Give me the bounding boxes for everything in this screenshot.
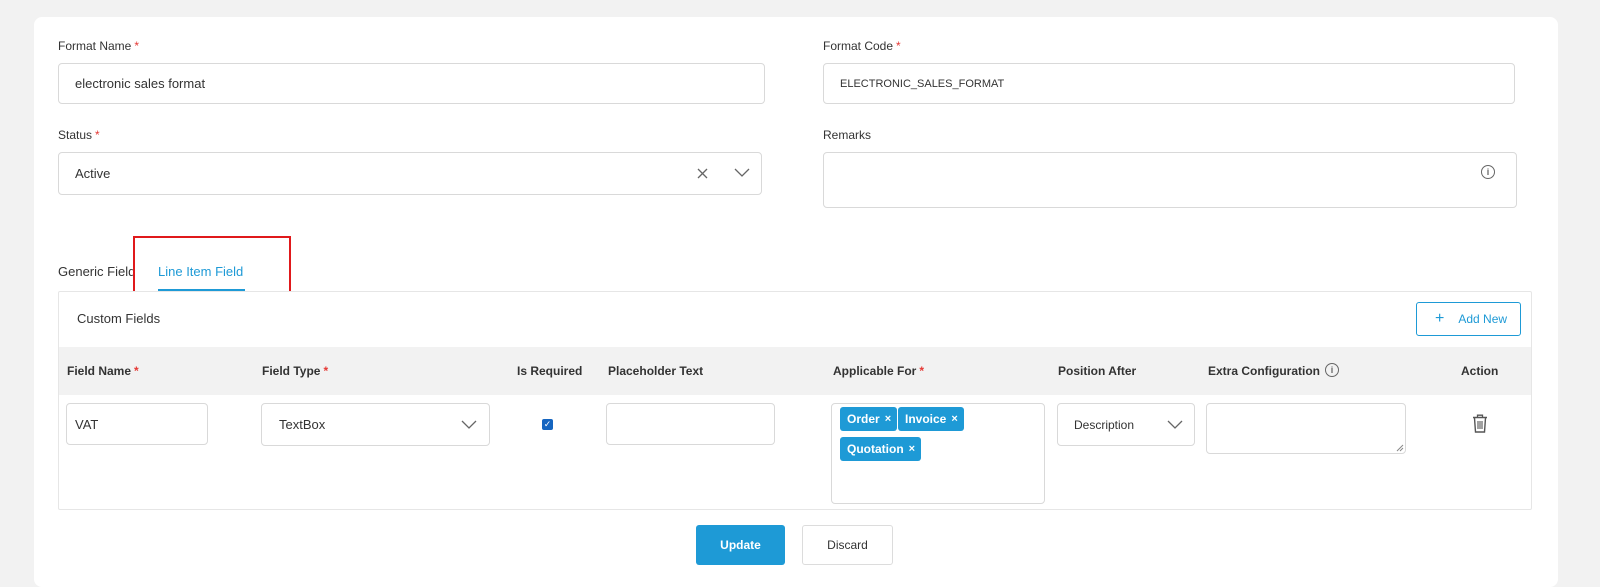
field-name-input[interactable]: VAT — [66, 403, 208, 445]
format-code-value: ELECTRONIC_SALES_FORMAT — [840, 77, 1005, 90]
col-action: Action — [1461, 364, 1499, 378]
tag-remove-icon[interactable]: × — [909, 443, 915, 455]
col-position-after: Position After — [1058, 364, 1137, 378]
tag-invoice: Invoice × — [898, 407, 964, 431]
tag-quotation: Quotation × — [840, 437, 922, 461]
highlight-box — [133, 236, 291, 297]
custom-fields-title: Custom Fields — [77, 311, 161, 326]
col-extra-configuration: Extra Configuration — [1208, 364, 1321, 378]
plus-icon: + — [1435, 310, 1445, 327]
remarks-input[interactable] — [823, 152, 1517, 208]
close-icon[interactable] — [697, 168, 708, 179]
placeholder-text-input[interactable] — [606, 403, 775, 445]
status-label: Status * — [58, 128, 100, 142]
col-field-name: Field Name * — [67, 364, 139, 378]
col-is-required: Is Required — [517, 364, 583, 378]
field-name-value: VAT — [75, 416, 99, 432]
format-name-input[interactable]: electronic sales format — [58, 63, 765, 104]
format-code-input[interactable]: ELECTRONIC_SALES_FORMAT — [823, 63, 1515, 104]
status-select[interactable]: Active — [58, 152, 762, 195]
chevron-down-icon[interactable] — [461, 420, 477, 430]
update-button[interactable]: Update — [696, 525, 785, 565]
chevron-down-icon[interactable] — [734, 168, 750, 178]
tag-remove-icon[interactable]: × — [885, 413, 891, 425]
remarks-label: Remarks — [823, 128, 872, 142]
add-new-button[interactable]: + Add New — [1416, 302, 1521, 336]
add-new-label: Add New — [1458, 312, 1508, 326]
status-value: Active — [75, 166, 111, 181]
col-placeholder-text: Placeholder Text — [608, 364, 704, 378]
format-name-label: Format Name * — [58, 39, 140, 53]
trash-icon[interactable] — [1472, 414, 1488, 433]
chevron-down-icon[interactable] — [1167, 420, 1183, 430]
extra-configuration-textarea[interactable] — [1206, 403, 1406, 454]
format-code-label: Format Code * — [823, 39, 901, 53]
field-type-select[interactable]: TextBox — [261, 403, 490, 446]
discard-button[interactable]: Discard — [802, 525, 893, 565]
field-type-value: TextBox — [279, 417, 326, 432]
info-icon[interactable]: i — [1481, 165, 1495, 179]
tag-remove-icon[interactable]: × — [951, 413, 957, 425]
position-after-value: Description — [1074, 417, 1135, 432]
format-name-value: electronic sales format — [75, 76, 206, 91]
tab-generic-field[interactable]: Generic Field — [58, 264, 135, 279]
col-applicable-for: Applicable For * — [833, 364, 925, 378]
tag-order: Order × — [840, 407, 898, 431]
is-required-checkbox[interactable]: ✓ — [542, 419, 553, 430]
custom-fields-panel — [58, 291, 1532, 510]
resize-handle-icon[interactable] — [1396, 444, 1404, 452]
col-field-type: Field Type * — [262, 364, 329, 378]
info-icon[interactable]: i — [1325, 363, 1339, 377]
